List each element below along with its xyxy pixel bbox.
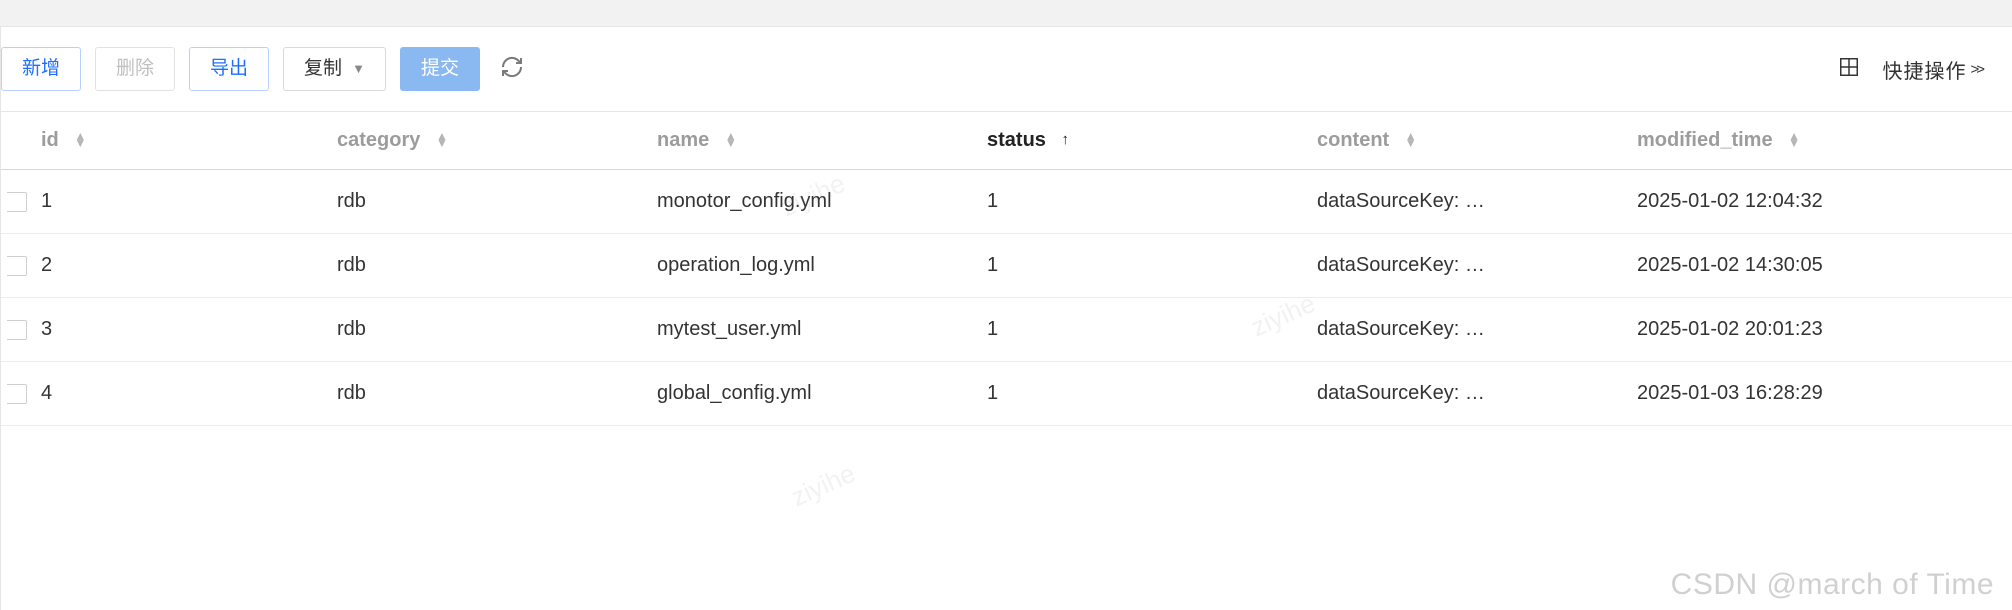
cell-category: rdb — [337, 382, 657, 405]
column-header-status-label: status — [987, 129, 1046, 151]
toolbar-right: 快捷操作 >> — [1838, 55, 2012, 84]
cell-id: 2 — [27, 254, 337, 277]
column-header-name-label: name — [657, 129, 709, 151]
copy-button[interactable]: 复制 ▼ — [283, 47, 386, 91]
cell-name: monotor_config.yml — [657, 190, 987, 213]
export-button[interactable]: 导出 — [189, 47, 269, 91]
column-header-content-label: content — [1317, 129, 1389, 151]
cell-status: 1 — [987, 318, 1317, 341]
column-header-id[interactable]: id ▲▼ — [27, 129, 337, 152]
cell-status: 1 — [987, 254, 1317, 277]
cell-status: 1 — [987, 382, 1317, 405]
cell-name: operation_log.yml — [657, 254, 987, 277]
cell-modified-time: 2025-01-02 12:04:32 — [1637, 190, 2012, 213]
table-row[interactable]: 3rdbmytest_user.yml1dataSourceKey: …2025… — [1, 298, 2012, 362]
column-header-category-label: category — [337, 129, 420, 151]
sort-icon: ▲▼ — [1788, 133, 1800, 147]
column-header-name[interactable]: name ▲▼ — [657, 129, 987, 152]
cell-content: dataSourceKey: … — [1317, 318, 1637, 341]
cell-id: 3 — [27, 318, 337, 341]
cell-modified-time: 2025-01-02 20:01:23 — [1637, 318, 2012, 341]
chevron-right-icon: >> — [1970, 61, 1982, 78]
cell-modified-time: 2025-01-02 14:30:05 — [1637, 254, 2012, 277]
cell-category: rdb — [337, 318, 657, 341]
refresh-icon[interactable] — [494, 55, 524, 84]
quick-operation-link[interactable]: 快捷操作 >> — [1882, 55, 1982, 84]
column-header-category[interactable]: category ▲▼ — [337, 129, 657, 152]
data-table: id ▲▼ category ▲▼ name ▲▼ status ↑ conte… — [1, 111, 2012, 426]
row-checkbox[interactable] — [7, 256, 27, 276]
column-header-modified-time[interactable]: modified_time ▲▼ — [1637, 129, 2012, 152]
cell-modified-time: 2025-01-03 16:28:29 — [1637, 382, 2012, 405]
table-header-row: id ▲▼ category ▲▼ name ▲▼ status ↑ conte… — [1, 112, 2012, 170]
cell-id: 4 — [27, 382, 337, 405]
column-header-modified-time-label: modified_time — [1637, 129, 1773, 151]
cell-content: dataSourceKey: … — [1317, 382, 1637, 405]
caret-down-icon: ▼ — [352, 48, 365, 90]
table-row[interactable]: 4rdbglobal_config.yml1dataSourceKey: …20… — [1, 362, 2012, 426]
row-checkbox[interactable] — [7, 192, 27, 212]
cell-category: rdb — [337, 254, 657, 277]
table-row[interactable]: 2rdboperation_log.yml1dataSourceKey: …20… — [1, 234, 2012, 298]
delete-button[interactable]: 删除 — [95, 47, 175, 91]
copy-button-label: 复制 — [304, 48, 342, 90]
cell-status: 1 — [987, 190, 1317, 213]
cell-category: rdb — [337, 190, 657, 213]
column-header-status[interactable]: status ↑ — [987, 129, 1317, 152]
cell-content: dataSourceKey: … — [1317, 254, 1637, 277]
sort-icon: ▲▼ — [436, 133, 448, 147]
column-header-content[interactable]: content ▲▼ — [1317, 129, 1637, 152]
cell-name: mytest_user.yml — [657, 318, 987, 341]
sort-icon: ▲▼ — [74, 133, 86, 147]
toolbar: 新增 删除 导出 复制 ▼ 提交 — [1, 27, 2012, 111]
cell-id: 1 — [27, 190, 337, 213]
page-container: 新增 删除 导出 复制 ▼ 提交 — [0, 26, 2012, 610]
row-checkbox[interactable] — [7, 320, 27, 340]
table-row[interactable]: 1rdbmonotor_config.yml1dataSourceKey: …2… — [1, 170, 2012, 234]
sort-asc-icon: ↑ — [1061, 132, 1069, 147]
column-header-id-label: id — [41, 129, 59, 151]
add-button[interactable]: 新增 — [1, 47, 81, 91]
sort-icon: ▲▼ — [1405, 133, 1417, 147]
sort-icon: ▲▼ — [725, 133, 737, 147]
cell-name: global_config.yml — [657, 382, 987, 405]
row-checkbox[interactable] — [7, 384, 27, 404]
quick-operation-label: 快捷操作 — [1882, 55, 1966, 84]
cell-content: dataSourceKey: … — [1317, 190, 1637, 213]
submit-button[interactable]: 提交 — [400, 47, 480, 91]
grid-icon[interactable] — [1838, 56, 1860, 83]
